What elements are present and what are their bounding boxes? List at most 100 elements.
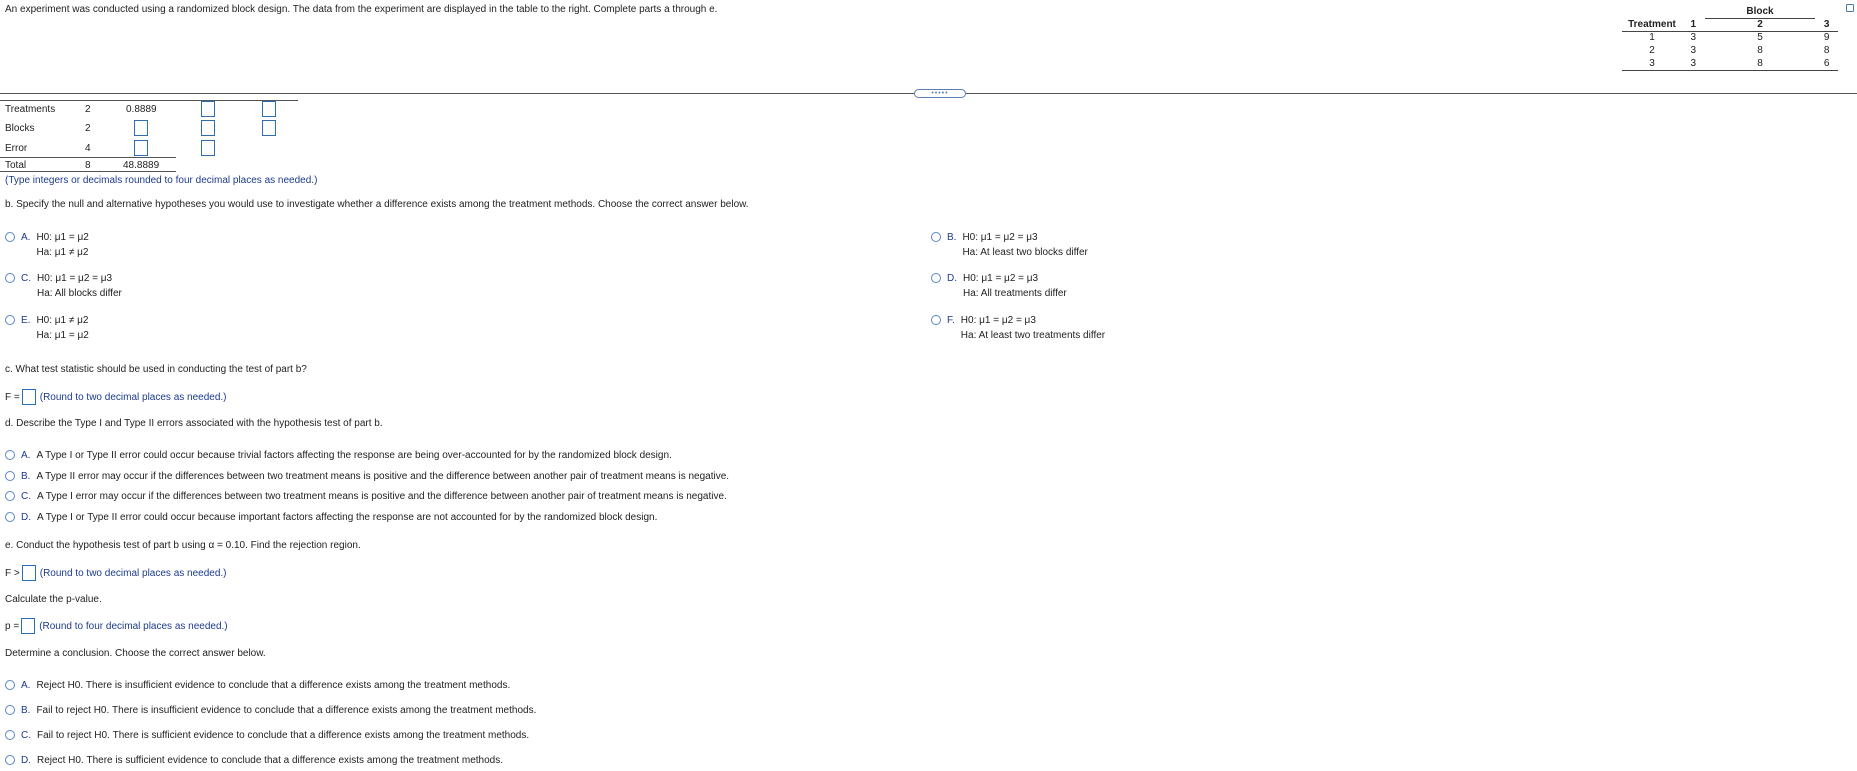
conclusion-option-c[interactable]: C. Fail to reject H0. There is sufficien… xyxy=(5,730,529,741)
part-b-option-f[interactable]: F. H0: μ1 = μ2 = μ3 Ha: At least two trea… xyxy=(931,315,1105,341)
anova-source-treatments: Treatments xyxy=(5,104,56,115)
anova-source-total: Total xyxy=(5,160,27,171)
option-text: There is sufficient evidence to conclude… xyxy=(86,755,504,766)
ha-text: Ha: μ1 ≠ μ2 xyxy=(36,247,89,258)
f-blocks-input[interactable] xyxy=(262,120,276,136)
table-cell: 1 xyxy=(1649,32,1655,44)
option-letter: E. xyxy=(21,315,31,326)
radio-icon[interactable] xyxy=(931,315,941,325)
radio-icon[interactable] xyxy=(5,273,15,283)
table-cell: 9 xyxy=(1823,32,1830,44)
table-cell: 2 xyxy=(1649,45,1655,56)
table-cell: 3 xyxy=(1622,57,1682,71)
pvalue-label: Calculate the p-value. xyxy=(5,594,102,605)
ms-treatments-input[interactable] xyxy=(201,101,215,117)
f-stat-row: F = (Round to two decimal places as need… xyxy=(5,389,227,405)
part-b-option-b[interactable]: B. H0: μ1 = μ2 = μ3 Ha: At least two bloc… xyxy=(931,232,1088,258)
ms-blocks-input[interactable] xyxy=(201,120,215,136)
radio-icon[interactable] xyxy=(5,450,15,460)
anova-ss-total: 48.8889 xyxy=(123,160,160,171)
anova-df-total: 8 xyxy=(85,160,91,171)
conclusion-option-b[interactable]: B. Fail to reject H0. There is insuffici… xyxy=(5,705,536,716)
part-b-question: b. Specify the null and alternative hypo… xyxy=(5,199,749,210)
ha-text: Ha: All treatments differ xyxy=(963,288,1067,299)
anova-total-rule xyxy=(0,157,176,158)
radio-icon[interactable] xyxy=(5,491,15,501)
option-text: There is sufficient evidence to conclude… xyxy=(112,730,530,741)
f-stat-input[interactable] xyxy=(21,389,36,405)
part-b-option-d[interactable]: D. H0: μ1 = μ2 = μ3 Ha: All treatments di… xyxy=(931,273,1067,299)
radio-icon[interactable] xyxy=(5,315,15,325)
radio-icon[interactable] xyxy=(5,705,15,715)
pvalue-input[interactable] xyxy=(21,618,36,634)
option-letter: F. xyxy=(947,315,955,326)
ha-text: Ha: All blocks differ xyxy=(37,288,122,299)
ms-error-input[interactable] xyxy=(201,140,215,156)
ha-text: Ha: At least two treatments differ xyxy=(960,330,1106,341)
h0-text: H0: μ1 = μ2 = μ3 xyxy=(960,315,1036,326)
table-cell: 8 xyxy=(1757,45,1763,56)
part-b-option-a[interactable]: A. H0: μ1 = μ2 Ha: μ1 ≠ μ2 xyxy=(5,232,89,258)
h0-text: H0: μ1 ≠ μ2 xyxy=(36,315,89,326)
ha-text: Ha: μ1 = μ2 xyxy=(36,330,89,341)
part-b-option-e[interactable]: E. H0: μ1 ≠ μ2 Ha: μ1 = μ2 xyxy=(5,315,89,341)
ss-blocks-input[interactable] xyxy=(134,120,148,136)
anova-source-blocks: Blocks xyxy=(5,123,35,134)
anova-df-treatments: 2 xyxy=(85,104,91,115)
ss-error-input[interactable] xyxy=(134,140,148,156)
block-col-3: 3 xyxy=(1815,18,1838,32)
divider-handle[interactable]: ••••• xyxy=(914,89,966,98)
treatment-header: Treatment xyxy=(1622,18,1682,32)
pvalue-row: p = (Round to four decimal places as nee… xyxy=(5,618,228,634)
option-letter: D. xyxy=(947,273,957,284)
f-treatments-input[interactable] xyxy=(262,101,276,117)
part-d-option-c[interactable]: C. A Type I error may occur if the diffe… xyxy=(5,491,727,502)
option-letter: B. xyxy=(21,705,31,716)
radio-icon[interactable] xyxy=(5,471,15,481)
table-row: 2 3 8 8 xyxy=(1622,44,1838,57)
data-table: Block Treatment 1 2 3 1 3 5 9 2 3 8 8 3 … xyxy=(1622,5,1838,71)
radio-icon[interactable] xyxy=(5,680,15,690)
option-letter: A. xyxy=(21,450,31,461)
option-action: Reject H0. xyxy=(36,680,84,691)
conclusion-label: Determine a conclusion. Choose the corre… xyxy=(5,648,266,659)
option-action: Fail to reject H0. xyxy=(36,705,110,716)
rejection-region-row: F > (Round to two decimal places as need… xyxy=(5,565,227,581)
option-letter: D. xyxy=(21,512,31,523)
radio-icon[interactable] xyxy=(931,232,941,242)
part-b-option-c[interactable]: C. H0: μ1 = μ2 = μ3 Ha: All blocks differ xyxy=(5,273,122,299)
option-letter: C. xyxy=(21,491,31,502)
table-cell: 3 xyxy=(1682,57,1705,71)
block-header: Block xyxy=(1704,5,1816,19)
part-d-option-d[interactable]: D. A Type I or Type II error could occur… xyxy=(5,512,657,523)
h0-text: H0: μ1 = μ2 = μ3 xyxy=(963,273,1039,284)
rr-hint: (Round to two decimal places as needed.) xyxy=(39,567,227,579)
radio-icon[interactable] xyxy=(931,273,941,283)
conclusion-option-d[interactable]: D. Reject H0. There is sufficient eviden… xyxy=(5,755,503,766)
anova-df-error: 4 xyxy=(85,143,91,154)
conclusion-option-a[interactable]: A. Reject H0. There is insufficient evid… xyxy=(5,680,510,691)
radio-icon[interactable] xyxy=(5,512,15,522)
table-cell: 8 xyxy=(1823,45,1830,56)
f-stat-hint: (Round to two decimal places as needed.) xyxy=(39,391,227,403)
p-prefix: p = xyxy=(5,620,20,632)
radio-icon[interactable] xyxy=(5,755,15,765)
option-text: A Type I or Type II error could occur be… xyxy=(37,512,658,523)
option-letter: B. xyxy=(21,471,31,482)
radio-icon[interactable] xyxy=(5,730,15,740)
part-d-option-a[interactable]: A. A Type I or Type II error could occur… xyxy=(5,450,672,461)
expand-icon[interactable] xyxy=(1846,4,1854,12)
radio-icon[interactable] xyxy=(5,232,15,242)
h0-text: H0: μ1 = μ2 = μ3 xyxy=(37,273,113,284)
option-letter: C. xyxy=(21,273,31,284)
option-letter: D. xyxy=(21,755,31,766)
problem-intro: An experiment was conducted using a rand… xyxy=(5,4,718,15)
part-d-option-b[interactable]: B. A Type II error may occur if the diff… xyxy=(5,471,729,482)
table-row: 1 3 5 9 xyxy=(1622,31,1838,44)
option-text: A Type I error may occur if the differen… xyxy=(37,491,727,502)
option-text: A Type I or Type II error could occur be… xyxy=(36,450,672,461)
table-cell: 3 xyxy=(1690,32,1697,44)
rejection-region-input[interactable] xyxy=(21,565,36,581)
option-letter: C. xyxy=(21,730,31,741)
part-d-question: d. Describe the Type I and Type II error… xyxy=(5,418,383,429)
